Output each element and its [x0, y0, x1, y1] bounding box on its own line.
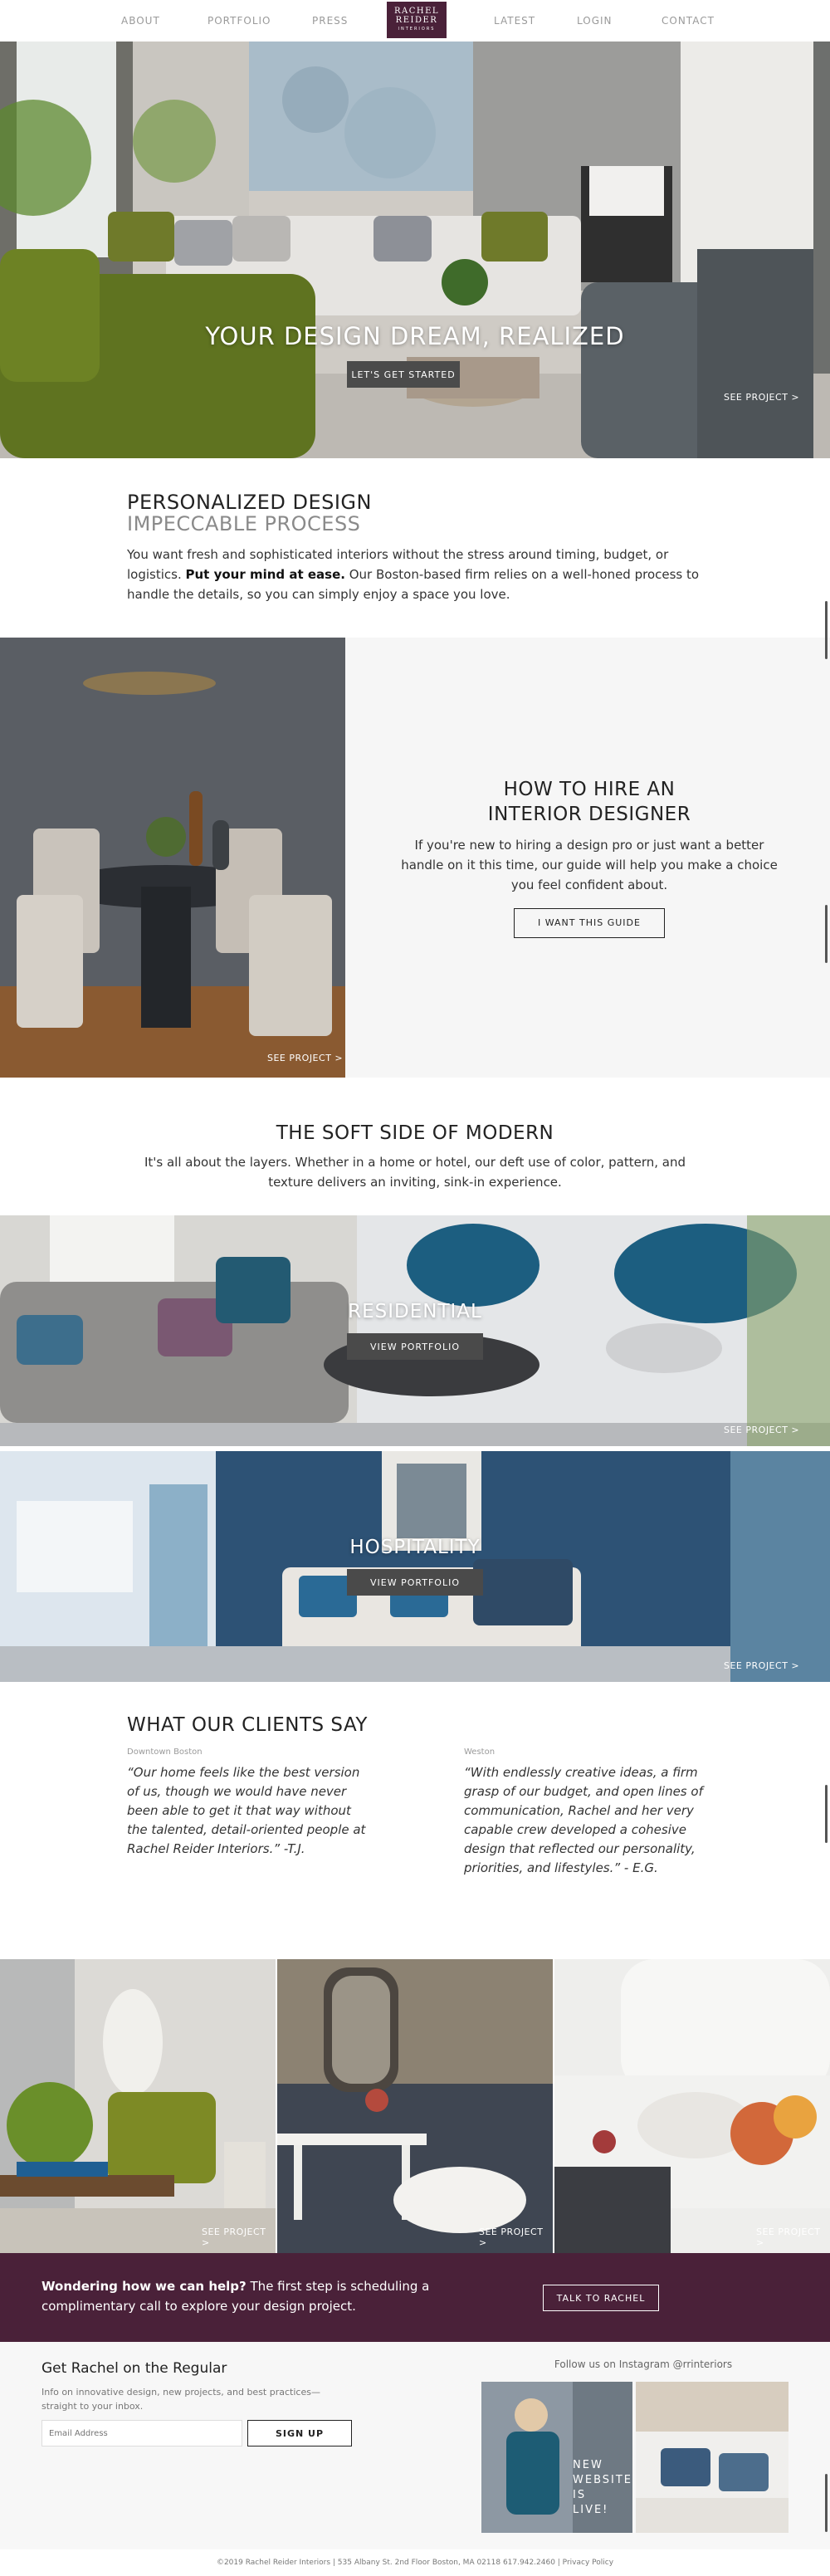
personalized-title: PERSONALIZED DESIGN [127, 491, 372, 514]
gallery-see-project-link[interactable]: SEE PROJECT > [756, 2227, 830, 2248]
nav-about[interactable]: ABOUT [121, 15, 160, 27]
talk-cta-banner: Wondering how we can help? The first ste… [0, 2253, 830, 2342]
soft-side-title: THE SOFT SIDE OF MODERN [276, 1122, 554, 1144]
nav-press[interactable]: PRESS [312, 15, 348, 27]
instagram-post[interactable]: NEW WEBSITE IS LIVE! [481, 2382, 632, 2533]
gallery-tile[interactable]: SEE PROJECT > [0, 1959, 276, 2253]
testimonial-card: Weston “With endlessly creative ideas, a… [464, 1747, 706, 1878]
testimonial-location: Weston [464, 1747, 496, 1757]
footer: ©2019 Rachel Reider Interiors | 535 Alba… [0, 2549, 830, 2576]
nav-contact[interactable]: CONTACT [662, 15, 715, 27]
hospitality-title: HOSPITALITY [349, 1537, 481, 1558]
sign-up-button[interactable]: SIGN UP [247, 2420, 352, 2446]
logo-line3: INTERIORS [398, 27, 436, 32]
scroll-indicator [825, 905, 828, 963]
rachel-reider-logo[interactable]: RACHEL REIDER INTERIORS [387, 2, 447, 38]
hero-see-project-link[interactable]: SEE PROJECT > [724, 392, 799, 403]
newsletter-description: Info on innovative design, new projects,… [42, 2387, 320, 2412]
cta-text: Wondering how we can help? The first ste… [42, 2276, 448, 2316]
hospitality-band[interactable]: HOSPITALITY VIEW PORTFOLIO SEE PROJECT > [0, 1451, 830, 1682]
instagram-post[interactable] [636, 2382, 788, 2533]
testimonials-title: WHAT OUR CLIENTS SAY [127, 1714, 368, 1736]
hospitality-see-project-link[interactable]: SEE PROJECT > [724, 1660, 799, 1671]
gallery-tile[interactable]: SEE PROJECT > [277, 1959, 553, 2253]
hire-title-line2: INTERIOR DESIGNER [487, 804, 691, 825]
gallery-see-project-link[interactable]: SEE PROJECT > [202, 2227, 276, 2248]
logo-line2: REIDER [395, 16, 438, 25]
personalized-bold: Put your mind at ease. [185, 567, 345, 582]
hero-title: YOUR DESIGN DREAM, REALIZED [205, 322, 625, 350]
hero-section: YOUR DESIGN DREAM, REALIZED LET'S GET ST… [0, 42, 830, 458]
hire-designer-section: SEE PROJECT > HOW TO HIRE AN INTERIOR DES… [0, 638, 830, 1078]
logo-line1: RACHEL [393, 7, 440, 16]
dining-room-image: SEE PROJECT > [0, 638, 345, 1078]
project-gallery: SEE PROJECT > SEE PROJECT > SEE PROJECT … [0, 1959, 830, 2253]
hire-title-line1: HOW TO HIRE AN [503, 779, 676, 800]
instagram-post-text: NEW WEBSITE IS LIVE! [573, 2459, 632, 2516]
footer-text: ©2019 Rachel Reider Interiors | 535 Alba… [216, 2559, 614, 2567]
email-input[interactable] [42, 2420, 242, 2446]
gallery-tile[interactable]: SEE PROJECT > [554, 1959, 830, 2253]
nav-latest[interactable]: LATEST [494, 15, 535, 27]
testimonial-card: Downtown Boston “Our home feels like the… [127, 1747, 369, 1859]
hospitality-view-portfolio-button[interactable]: VIEW PORTFOLIO [347, 1569, 483, 1596]
cta-bold: Wondering how we can help? [42, 2279, 247, 2294]
personalized-subtitle: IMPECCABLE PROCESS [127, 512, 361, 535]
hire-title: HOW TO HIRE AN INTERIOR DESIGNER [382, 777, 797, 827]
hire-see-project-link[interactable]: SEE PROJECT > [267, 1053, 343, 1063]
nav-login[interactable]: LOGIN [577, 15, 613, 27]
hero-living-room-image [0, 42, 830, 458]
soft-side-text: It's all about the layers. Whether in a … [144, 1155, 686, 1190]
residential-image [0, 1215, 830, 1446]
lets-get-started-button[interactable]: LET'S GET STARTED [347, 361, 460, 388]
scroll-indicator [825, 2474, 828, 2532]
scroll-indicator [825, 1785, 828, 1843]
gallery-see-project-link[interactable]: SEE PROJECT > [479, 2227, 553, 2248]
want-guide-button[interactable]: I WANT THIS GUIDE [514, 908, 665, 938]
instagram-follow-label[interactable]: Follow us on Instagram @rrinteriors [481, 2358, 805, 2370]
talk-to-rachel-button[interactable]: TALK TO RACHEL [543, 2285, 659, 2311]
nav-portfolio[interactable]: PORTFOLIO [208, 15, 271, 27]
testimonial-quote: “Our home feels like the best version of… [127, 1765, 366, 1856]
testimonial-quote: “With endlessly creative ideas, a firm g… [464, 1765, 703, 1875]
hire-text: If you're new to hiring a design pro or … [401, 838, 778, 892]
testimonials-section: WHAT OUR CLIENTS SAY Downtown Boston “Ou… [127, 1714, 708, 1875]
personalized-design-section: PERSONALIZED DESIGN IMPECCABLE PROCESS Y… [127, 491, 708, 604]
top-navigation: ABOUT PORTFOLIO PRESS RACHEL REIDER INTE… [0, 0, 830, 42]
hire-text-block: HOW TO HIRE AN INTERIOR DESIGNER If you'r… [382, 777, 797, 938]
residential-view-portfolio-button[interactable]: VIEW PORTFOLIO [347, 1333, 483, 1360]
soft-side-section: THE SOFT SIDE OF MODERN It's all about t… [0, 1122, 830, 1192]
newsletter-title: Get Rachel on the Regular [42, 2360, 227, 2377]
residential-see-project-link[interactable]: SEE PROJECT > [724, 1425, 799, 1435]
newsletter-section: Get Rachel on the Regular Info on innova… [0, 2342, 830, 2549]
hospitality-image [0, 1451, 830, 1682]
residential-band[interactable]: RESIDENTIAL VIEW PORTFOLIO SEE PROJECT > [0, 1215, 830, 1446]
testimonial-location: Downtown Boston [127, 1747, 203, 1757]
residential-title: RESIDENTIAL [348, 1301, 482, 1322]
scroll-indicator [825, 601, 828, 659]
personalized-text: You want fresh and sophisticated interio… [127, 545, 708, 604]
